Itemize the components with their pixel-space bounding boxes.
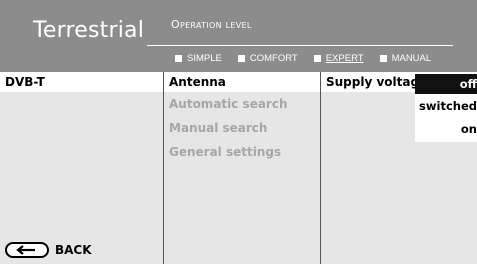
mode-bullet-icon (237, 54, 245, 62)
mode-bullet-icon (175, 54, 182, 62)
menu-column-source: DVB-T (0, 72, 164, 264)
operation-level-label: Operation level (171, 18, 252, 31)
mode-bullet-icon (379, 54, 387, 62)
back-label: BACK (55, 243, 92, 257)
mode-comfort[interactable]: COMFORT (237, 51, 298, 65)
option-switched[interactable]: switched (419, 96, 477, 116)
page-title: Terrestrial (33, 18, 145, 43)
menu-item-supply-voltage[interactable]: Supply voltage (326, 72, 427, 92)
back-arrow-icon (5, 242, 49, 258)
operation-level-modes: SIMPLE COMFORT EXPERT MANUAL (175, 51, 447, 65)
header-bar: Terrestrial Operation level SIMPLE COMFO… (0, 0, 477, 72)
mode-bullet-icon (313, 54, 321, 62)
menu-item-antenna[interactable]: Antenna (169, 72, 226, 92)
menu-item-dvb-t[interactable]: DVB-T (5, 72, 45, 92)
header-divider (147, 45, 453, 46)
back-button[interactable]: BACK (5, 241, 92, 259)
menu-item-general-settings[interactable]: General settings (169, 142, 281, 162)
supply-voltage-dropdown: off switched on (415, 72, 477, 142)
mode-label: SIMPLE (187, 52, 222, 64)
mode-label: MANUAL (391, 52, 432, 64)
operation-level-text: Operation level (171, 18, 252, 31)
menu-item-manual-search[interactable]: Manual search (169, 118, 267, 138)
menu-item-automatic-search[interactable]: Automatic search (169, 94, 288, 114)
mode-manual[interactable]: MANUAL (379, 51, 432, 65)
mode-label: EXPERT (325, 52, 364, 64)
mode-expert[interactable]: EXPERT (313, 51, 364, 65)
mode-simple[interactable]: SIMPLE (175, 51, 222, 65)
option-off[interactable]: off (415, 74, 477, 94)
mode-label: COMFORT (249, 52, 298, 64)
menu-column-settings: Antenna Automatic search Manual search G… (164, 72, 321, 264)
option-on[interactable]: on (461, 119, 477, 139)
